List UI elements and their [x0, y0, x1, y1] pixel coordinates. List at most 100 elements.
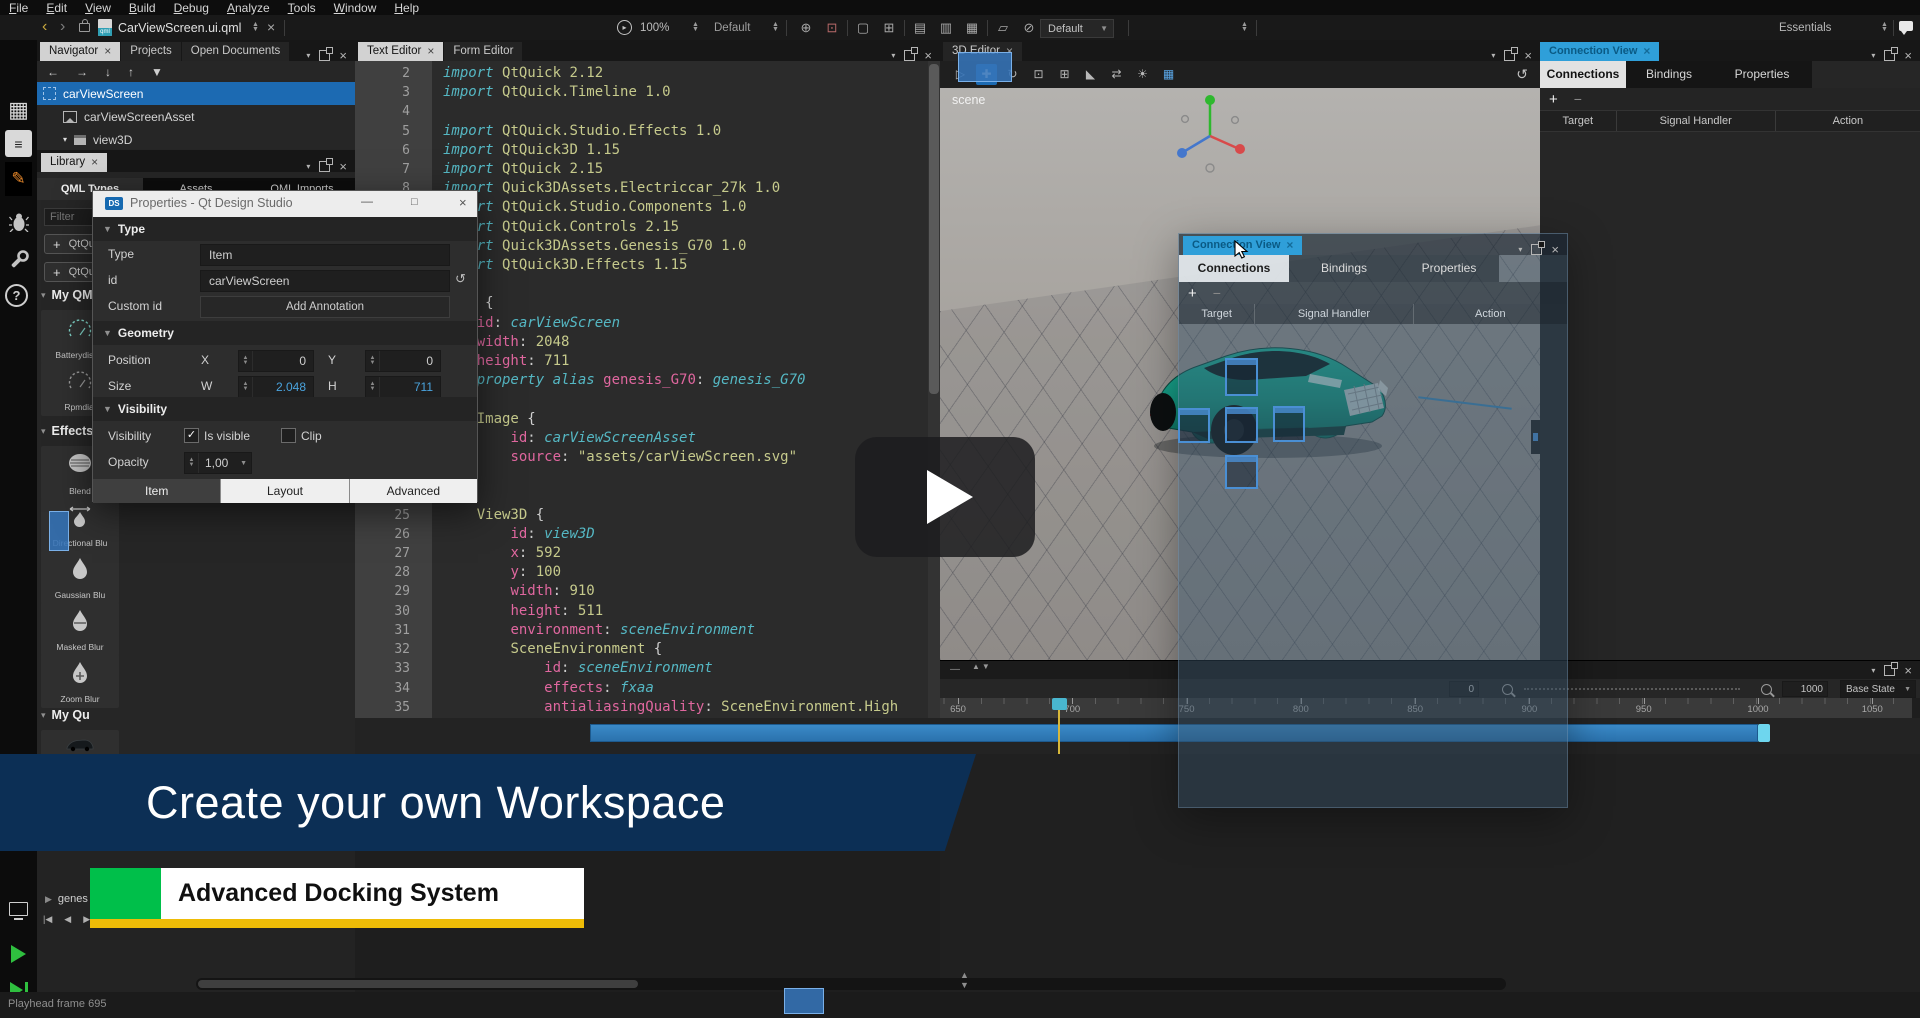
selection-box[interactable] [1178, 408, 1210, 443]
chevron-down-icon[interactable]: ▾ [1491, 50, 1495, 61]
code-content[interactable]: import QtQuick 2.12import QtQuick.Timeli… [443, 64, 898, 726]
tree-row-view3D[interactable]: ▾view3D [37, 128, 355, 151]
menu-tools[interactable]: Tools [279, 0, 325, 16]
debug-mode-icon[interactable] [5, 208, 32, 235]
document-switcher[interactable]: ▲▼ [252, 22, 259, 32]
camera-align-icon[interactable]: ◣ [1080, 64, 1101, 85]
w-field[interactable]: ▲▼ 2.048 [238, 376, 314, 398]
type-field[interactable]: Item [200, 244, 450, 266]
add-connection-button[interactable]: + [1188, 285, 1197, 302]
remove-connection-button[interactable]: − [1213, 285, 1221, 301]
zoom-in-icon[interactable] [1761, 684, 1772, 695]
section-visibility[interactable]: ▼Visibility [93, 397, 477, 421]
tree-row-carViewScreenAsset[interactable]: carViewScreenAsset [37, 105, 355, 128]
close-icon[interactable]: × [1904, 50, 1912, 61]
state-selector[interactable]: Base State ▼ [1840, 680, 1916, 698]
column-header-target[interactable]: Target [1540, 111, 1617, 131]
menu-debug[interactable]: Debug [165, 0, 218, 16]
menu-view[interactable]: View [76, 0, 120, 16]
kit-selector[interactable]: Default [714, 22, 750, 34]
undo-icon[interactable]: ↺ [1516, 66, 1528, 83]
undock-icon[interactable] [1531, 244, 1542, 255]
design-mode-icon[interactable]: ✎ [5, 162, 32, 196]
workspace-selector[interactable]: Essentials [1779, 22, 1831, 34]
tab-texteditor-text-editor[interactable]: Text Editor× [358, 42, 443, 61]
connection-tab-bindings[interactable]: Bindings [1289, 255, 1399, 282]
add-item-icon[interactable]: ⊞ [878, 20, 900, 36]
properties-dialog[interactable]: DS Properties - Qt Design Studio — □ × ▼… [92, 190, 478, 502]
dialog-tab-item[interactable]: Item [93, 479, 220, 503]
chevron-down-icon[interactable]: ▾ [891, 50, 895, 61]
section-type[interactable]: ▼Type [93, 217, 477, 241]
dialog-tab-layout[interactable]: Layout [220, 479, 348, 503]
zoom-stepper[interactable]: ▲▼ [692, 22, 699, 32]
is-visible-checkbox[interactable]: ✓ [184, 428, 199, 443]
tab-navigator-open-documents[interactable]: Open Documents [182, 42, 290, 61]
prev-frame-icon[interactable]: ◀ [64, 914, 71, 925]
maximize-icon[interactable]: □ [411, 196, 418, 208]
video-play-button[interactable] [855, 437, 1035, 557]
dialog-tab-advanced[interactable]: Advanced [349, 479, 477, 503]
back-icon[interactable]: ← [47, 65, 59, 79]
column-header-signal-handler[interactable]: Signal Handler [1617, 111, 1776, 131]
run-preview-icon[interactable]: ▸ [617, 20, 632, 35]
library-item-gaussian blu[interactable]: Gaussian Blu [41, 550, 119, 604]
library-section-my-qm[interactable]: ▾My QM [41, 288, 93, 302]
splitter-arrows-icon[interactable]: ▲▼ [972, 662, 992, 671]
library-section-my-qu[interactable]: ▾My Qu [41, 708, 90, 722]
chevron-down-icon[interactable]: ▾ [1871, 50, 1875, 61]
connection-tab-properties[interactable]: Properties [1399, 255, 1499, 282]
column-header-target[interactable]: Target [1179, 304, 1255, 324]
zoom-level[interactable]: 100% [640, 22, 669, 34]
column-header-action[interactable]: Action [1776, 111, 1920, 131]
undock-icon[interactable] [1884, 50, 1895, 61]
snap-frame-icon[interactable]: ⊡ [821, 20, 843, 36]
opacity-field[interactable]: ▲▼ 1,00 ▼ [184, 452, 252, 474]
selection-box[interactable] [1273, 406, 1305, 442]
close-icon[interactable]: × [1904, 665, 1912, 676]
close-icon[interactable]: × [924, 50, 932, 61]
origin-move-icon[interactable]: ⇄ [1106, 64, 1127, 85]
run-icon[interactable] [5, 940, 32, 967]
axis-gizmo[interactable] [1172, 90, 1248, 176]
export-icon[interactable]: ▱ [992, 20, 1014, 36]
expander-icon[interactable]: ▶ [45, 894, 52, 905]
chevron-down-icon[interactable]: ▾ [1871, 665, 1875, 676]
help-icon[interactable]: ? [5, 284, 28, 307]
minimize-icon[interactable]: — [361, 194, 373, 208]
document-title[interactable]: CarViewScreen.ui.qml [118, 21, 241, 35]
close-icon[interactable]: × [339, 50, 347, 61]
menu-analyze[interactable]: Analyze [218, 0, 279, 16]
close-icon[interactable]: × [104, 42, 111, 61]
close-icon[interactable]: × [427, 42, 434, 61]
fit-view-icon[interactable]: ⊞ [1054, 64, 1075, 85]
editor-scrollbar[interactable] [928, 61, 940, 726]
playhead-marker[interactable] [1052, 698, 1067, 710]
menu-window[interactable]: Window [325, 0, 386, 16]
tab-texteditor-form-editor[interactable]: Form Editor [444, 42, 522, 61]
menu-build[interactable]: Build [120, 0, 165, 16]
bounding-rect-icon[interactable]: ▢ [852, 20, 874, 36]
close-icon[interactable]: × [1524, 50, 1532, 61]
y-field[interactable]: ▲▼ 0 [365, 350, 441, 372]
close-icon[interactable]: × [1551, 244, 1559, 255]
forward-icon[interactable]: → [76, 65, 88, 79]
clip-checkbox[interactable] [281, 428, 296, 443]
light-toggle-icon[interactable]: ☀ [1132, 64, 1153, 85]
end-frame-field[interactable]: 1000 [1782, 681, 1828, 697]
workspace-stepper[interactable]: ▲▼ [1881, 22, 1888, 32]
preview-icon[interactable] [5, 895, 32, 922]
menu-help[interactable]: Help [385, 0, 428, 16]
fill-height-icon[interactable]: ▥ [935, 20, 957, 36]
timeline-tree-item[interactable]: genes [58, 893, 88, 905]
undock-icon[interactable] [319, 161, 330, 172]
undock-icon[interactable] [1504, 50, 1515, 61]
connection-view-floating[interactable]: Connection View×▾×ConnectionsBindingsPro… [1178, 233, 1568, 808]
go-start-icon[interactable]: |◀ [43, 914, 52, 925]
tab-navigator-projects[interactable]: Projects [121, 42, 181, 61]
feedback-icon[interactable] [1899, 21, 1913, 31]
spacing-stepper[interactable]: ▲▼ [1241, 22, 1248, 32]
library-section-effects[interactable]: ▾Effects [41, 424, 93, 438]
move-down-icon[interactable]: ↓ [105, 65, 111, 79]
expander-icon[interactable]: ▾ [63, 135, 67, 144]
